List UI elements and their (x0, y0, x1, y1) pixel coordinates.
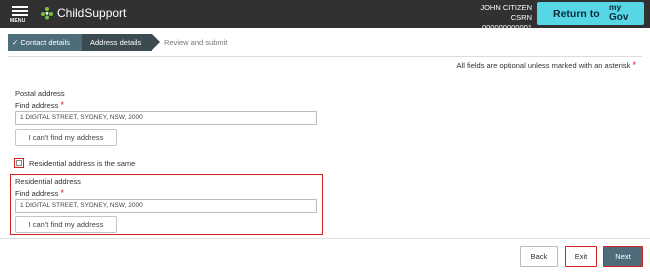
footer-divider (0, 238, 650, 239)
residential-same-label[interactable]: Residential address is the same (29, 159, 135, 168)
divider (8, 56, 642, 57)
hamburger-icon (12, 6, 28, 8)
step-contact-details[interactable]: ✓ Contact details (8, 34, 90, 51)
hamburger-icon-line (12, 14, 28, 16)
required-asterisk: * (60, 188, 64, 198)
checkbox-box (16, 160, 22, 166)
menu-button[interactable]: MENU (10, 4, 30, 24)
step-label: Contact details (20, 38, 71, 47)
user-name: JOHN CITIZEN (480, 3, 532, 12)
brand-name: ChildSupport (57, 6, 127, 20)
return-label: Return to (553, 8, 600, 20)
next-button[interactable]: Next (603, 246, 643, 267)
step-label: Address details (90, 38, 142, 47)
required-note-text: All fields are optional unless marked wi… (456, 61, 631, 70)
residential-address-input[interactable]: 1 DIGITAL STREET, SYDNEY, NSW, 2000 (15, 199, 317, 213)
find-address-label-text: Find address (15, 101, 59, 110)
return-to-mygov-button[interactable]: Return to my Gov (537, 2, 644, 25)
postal-address-input[interactable]: 1 DIGITAL STREET, SYDNEY, NSW, 2000 (15, 111, 317, 125)
back-button[interactable]: Back (520, 246, 558, 267)
residential-address-title: Residential address (15, 177, 81, 186)
residential-find-address-label: Find address * (15, 188, 64, 198)
user-csrn: CSRN 000000000001 (481, 13, 532, 32)
check-icon: ✓ (12, 38, 19, 47)
step-label: Review and submit (164, 38, 228, 47)
hamburger-icon-line (12, 10, 28, 12)
required-asterisk: * (632, 60, 636, 70)
find-address-label-text: Find address (15, 189, 59, 198)
postal-find-address-label: Find address * (15, 100, 64, 110)
childsupport-logo-icon (41, 7, 53, 20)
step-address-details: Address details (82, 34, 160, 51)
residential-cant-find-button[interactable]: I can't find my address (15, 216, 117, 233)
top-bar: MENU ChildSupport JOHN CITIZEN CSRN 0000… (0, 0, 650, 32)
menu-label: MENU (10, 18, 26, 24)
step-review-and-submit: Review and submit (158, 34, 268, 51)
mygov-logo-my: my (609, 2, 622, 12)
exit-button[interactable]: Exit (565, 246, 597, 267)
user-info: JOHN CITIZEN CSRN 000000000001 (460, 3, 532, 33)
postal-cant-find-button[interactable]: I can't find my address (15, 129, 117, 146)
postal-address-title: Postal address (15, 89, 65, 98)
residential-same-checkbox[interactable] (14, 158, 24, 168)
mygov-logo-gov: Gov (609, 12, 629, 23)
required-fields-note: All fields are optional unless marked wi… (457, 60, 636, 70)
required-asterisk: * (60, 100, 64, 110)
